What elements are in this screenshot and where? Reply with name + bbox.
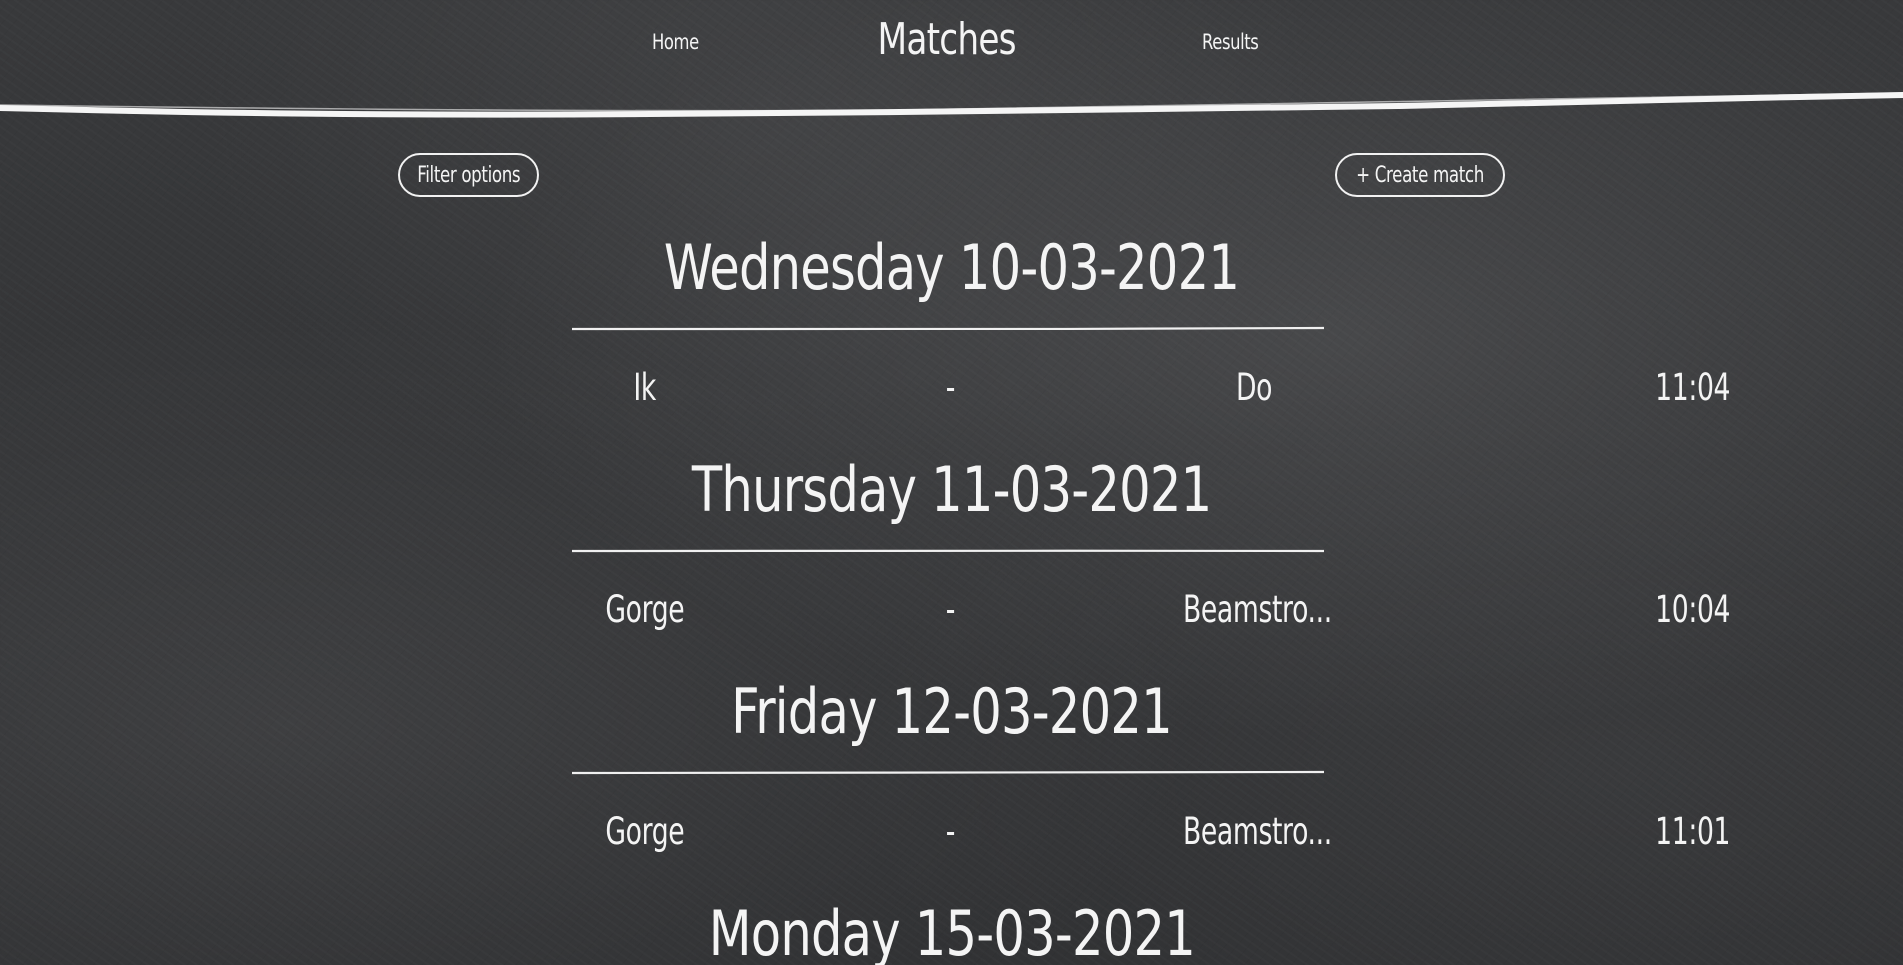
match-row[interactable]: Ik - Do 11:04: [0, 366, 1903, 416]
day-heading: Thursday 11-03-2021: [0, 453, 1903, 526]
score-separator-text: -: [945, 810, 955, 853]
day-heading-text: Wednesday 10-03-2021: [663, 231, 1240, 304]
away-team-name: Do: [1235, 366, 1273, 409]
match-time: 11:04: [1580, 366, 1730, 409]
site-header: Home Matches Results: [0, 0, 1903, 118]
away-team: Do: [1154, 366, 1354, 409]
score-separator-text: -: [945, 366, 955, 409]
day-divider: [572, 326, 1324, 331]
home-team: Gorge: [545, 810, 745, 853]
away-team: Beamstro...: [1154, 588, 1354, 631]
day-divider: [572, 770, 1324, 775]
match-time-text: 11:04: [1655, 366, 1730, 409]
home-team: Ik: [545, 366, 745, 409]
score-separator: -: [900, 588, 1000, 631]
nav-results-link[interactable]: Results: [1202, 30, 1259, 54]
day-heading: Monday 15-03-2021: [0, 897, 1903, 965]
page-title-text: Matches: [877, 14, 1016, 65]
filter-options-button[interactable]: Filter options: [398, 153, 539, 197]
create-match-label: + Create match: [1356, 162, 1484, 188]
day-heading-text: Monday 15-03-2021: [708, 897, 1195, 965]
home-team-name: Gorge: [605, 810, 685, 853]
page-title: Matches: [0, 14, 1893, 65]
away-team-name: Beamstro...: [1182, 588, 1332, 631]
score-separator: -: [900, 810, 1000, 853]
match-time-text: 10:04: [1655, 588, 1730, 631]
create-match-button[interactable]: + Create match: [1335, 153, 1505, 197]
match-time: 11:01: [1580, 810, 1730, 853]
score-separator-text: -: [945, 588, 955, 631]
home-team-name: Ik: [633, 366, 657, 409]
day-heading-text: Friday 12-03-2021: [731, 675, 1173, 748]
score-separator: -: [900, 366, 1000, 409]
away-team-name: Beamstro...: [1182, 810, 1332, 853]
header-divider: [0, 92, 1903, 118]
filter-options-label: Filter options: [416, 162, 520, 188]
match-row[interactable]: Gorge - Beamstro... 11:01: [0, 810, 1903, 860]
match-time: 10:04: [1580, 588, 1730, 631]
day-divider: [572, 549, 1324, 553]
home-team-name: Gorge: [605, 588, 685, 631]
day-heading: Friday 12-03-2021: [0, 675, 1903, 748]
home-team: Gorge: [545, 588, 745, 631]
day-heading-text: Thursday 11-03-2021: [691, 453, 1212, 526]
match-time-text: 11:01: [1655, 810, 1730, 853]
away-team: Beamstro...: [1154, 810, 1354, 853]
day-heading: Wednesday 10-03-2021: [0, 231, 1903, 304]
match-row[interactable]: Gorge - Beamstro... 10:04: [0, 588, 1903, 638]
